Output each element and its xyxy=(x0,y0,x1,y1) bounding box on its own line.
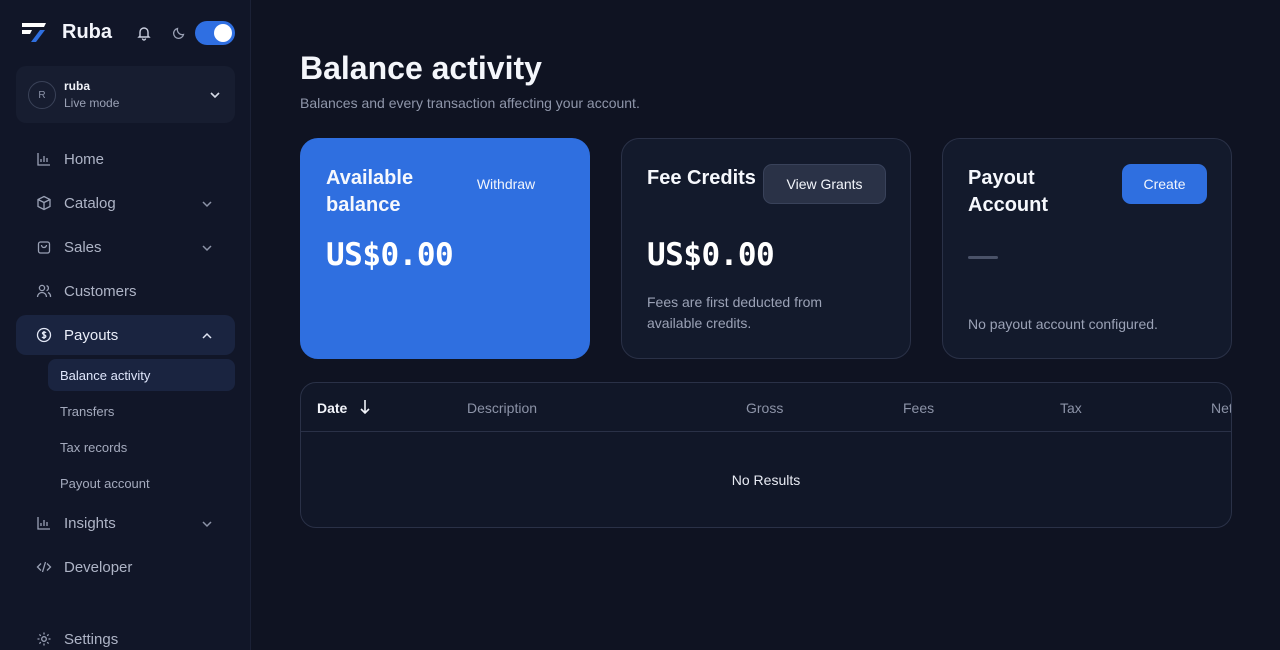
users-icon xyxy=(36,283,52,299)
sidebar: Ruba R ruba Live mode Home Catalog Sales… xyxy=(0,0,251,650)
column-header-net[interactable]: Net xyxy=(1211,400,1231,416)
chevron-down-icon xyxy=(201,517,213,529)
card-title: Fee Credits xyxy=(647,167,756,189)
sidebar-item-label: Sales xyxy=(64,238,102,256)
sidebar-subitem-payout-account[interactable]: Payout account xyxy=(48,467,235,499)
avatar: R xyxy=(28,81,56,109)
sidebar-item-sales[interactable]: Sales xyxy=(16,227,235,267)
column-header-fees[interactable]: Fees xyxy=(903,400,934,416)
toggle-knob xyxy=(214,24,232,42)
theme-toggle[interactable] xyxy=(195,21,235,45)
box-icon xyxy=(36,195,52,211)
bar-chart-icon xyxy=(36,151,52,167)
shopping-bag-icon xyxy=(36,239,52,255)
fee-credits-amount: US$0.00 xyxy=(647,237,775,273)
sidebar-item-developer[interactable]: Developer xyxy=(16,547,235,587)
sidebar-subitem-balance-activity[interactable]: Balance activity xyxy=(48,359,235,391)
balance-activity-table: Date Description Gross Fees Tax Net No R… xyxy=(300,382,1232,528)
view-grants-button[interactable]: View Grants xyxy=(763,164,886,204)
chevron-down-icon xyxy=(201,197,213,209)
column-header-gross[interactable]: Gross xyxy=(746,400,783,416)
create-button[interactable]: Create xyxy=(1122,164,1207,204)
moon-icon xyxy=(172,25,187,40)
sidebar-item-customers[interactable]: Customers xyxy=(16,271,235,311)
account-name: ruba xyxy=(64,79,91,93)
sidebar-item-home[interactable]: Home xyxy=(16,139,235,179)
table-header: Date Description Gross Fees Tax Net xyxy=(301,383,1231,432)
empty-dash xyxy=(968,256,998,259)
code-icon xyxy=(36,559,52,575)
fee-credits-note: Fees are first deducted from available c… xyxy=(647,294,823,331)
payout-account-card: Payout Account Create No payout account … xyxy=(942,138,1232,359)
sidebar-subitem-tax-records[interactable]: Tax records xyxy=(48,431,235,463)
sidebar-item-settings[interactable]: Settings xyxy=(16,619,235,650)
dollar-circle-icon xyxy=(36,327,52,343)
chevron-down-icon xyxy=(209,88,221,100)
sidebar-item-payouts[interactable]: Payouts xyxy=(16,315,235,355)
sort-descending-icon[interactable] xyxy=(359,399,371,415)
account-mode: Live mode xyxy=(64,96,120,110)
available-balance-card: Available balance Withdraw US$0.00 xyxy=(300,138,590,359)
bar-chart-icon xyxy=(36,515,52,531)
brand-logo-icon xyxy=(20,20,48,44)
page-title: Balance activity xyxy=(300,50,542,86)
payout-account-note: No payout account configured. xyxy=(968,316,1158,332)
column-header-description[interactable]: Description xyxy=(467,400,537,416)
card-title: Payout Account xyxy=(968,167,1048,216)
sidebar-item-label: Customers xyxy=(64,282,137,300)
column-header-date[interactable]: Date xyxy=(317,400,347,416)
sidebar-item-label: Home xyxy=(64,150,105,168)
chevron-down-icon xyxy=(201,241,213,253)
page-subtitle: Balances and every transaction affecting… xyxy=(300,95,640,111)
brand-name: Ruba xyxy=(62,20,112,43)
account-switcher[interactable]: R ruba Live mode xyxy=(16,66,235,123)
brand[interactable]: Ruba xyxy=(20,20,112,44)
sidebar-item-label: Developer xyxy=(64,558,133,576)
notification-bell-icon[interactable] xyxy=(136,25,152,41)
sidebar-item-label: Settings xyxy=(64,630,119,648)
empty-state-text: No Results xyxy=(731,472,801,488)
withdraw-button[interactable]: Withdraw xyxy=(461,164,551,204)
sidebar-item-label: Insights xyxy=(64,514,116,532)
column-header-tax[interactable]: Tax xyxy=(1060,400,1082,416)
fee-credits-card: Fee Credits View Grants US$0.00 Fees are… xyxy=(621,138,911,359)
sidebar-item-label: Catalog xyxy=(64,194,116,212)
sidebar-item-label: Payouts xyxy=(64,326,119,344)
sidebar-item-catalog[interactable]: Catalog xyxy=(16,183,235,223)
gear-icon xyxy=(36,631,52,647)
chevron-up-icon xyxy=(201,329,213,341)
card-title: Available balance xyxy=(326,167,414,216)
available-balance-amount: US$0.00 xyxy=(326,237,454,273)
sidebar-item-insights[interactable]: Insights xyxy=(16,503,235,543)
sidebar-subitem-transfers[interactable]: Transfers xyxy=(48,395,235,427)
